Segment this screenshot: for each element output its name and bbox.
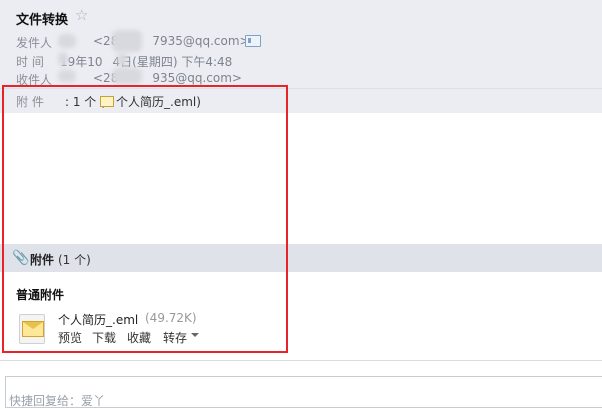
sender-label: 发件人 — [16, 36, 53, 50]
divider — [0, 360, 602, 361]
time-redacted — [58, 52, 68, 66]
recipient-name-redacted — [58, 70, 76, 82]
recipient-email-redacted — [112, 68, 142, 84]
sender-name-redacted — [58, 34, 76, 48]
contact-card-icon[interactable] — [245, 35, 261, 47]
quick-reply-placeholder: 快捷回复给：爱丫 — [9, 394, 106, 408]
time-label: 时 间 — [16, 55, 44, 69]
mail-header — [0, 0, 602, 88]
time-value: 19年10 4日(星期四) 下午4:48 — [60, 55, 233, 69]
star-icon[interactable]: ☆ — [75, 6, 88, 24]
highlight-box — [2, 85, 288, 353]
mail-subject: 文件转换 — [16, 13, 69, 28]
time-redacted-2 — [117, 53, 127, 66]
sender-email-redacted — [112, 30, 142, 52]
